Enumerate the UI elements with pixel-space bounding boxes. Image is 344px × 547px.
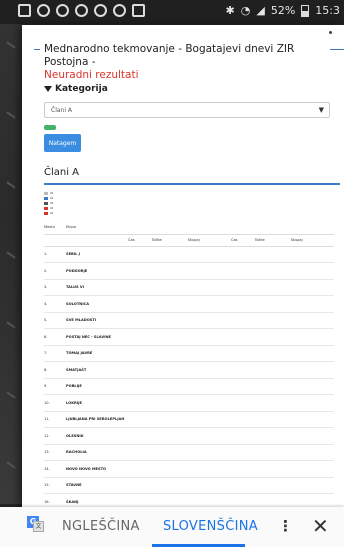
filter-label: Kategorija	[44, 84, 330, 94]
table-row: 7. TOMAJ JAVRE	[44, 345, 334, 362]
signal-icon: ◢	[256, 4, 265, 17]
page-heading: Mednarodno tekmovanje - Bogatajevi dnevi…	[34, 43, 344, 82]
source-language-tab[interactable]: NGLEŠČINA	[62, 519, 140, 534]
section-divider	[44, 183, 340, 185]
bluetooth-icon: ✱	[225, 4, 235, 17]
battery-percent: 52%	[270, 4, 296, 17]
chevron-down-icon[interactable]: ▼	[319, 106, 324, 114]
category-select-value: Člani A	[51, 107, 73, 114]
category-select[interactable]: Člani A ▼	[44, 102, 330, 118]
translate-bar: G 文 NGLEŠČINA SLOVENŠČINA ⋮ ✕	[0, 507, 344, 547]
subheader: Čas	[128, 234, 152, 247]
notification-icons	[18, 4, 145, 17]
table-row: 12. OLESNIK	[44, 427, 334, 445]
col-header-rank: Mesto	[44, 221, 66, 235]
notification-icon	[56, 4, 69, 17]
status-bar: ✱ ◔ ◢ 52% 15:3	[0, 0, 344, 24]
legend-item: ▭	[44, 211, 330, 216]
subheader: Točke	[254, 234, 291, 247]
heading-rule-right	[330, 49, 344, 50]
web-page[interactable]: Mednarodno tekmovanje - Bogatajevi dnevi…	[22, 25, 344, 507]
table-row: 10. LOKRIJE	[44, 394, 334, 412]
more-options-icon[interactable]: ⋮	[278, 517, 293, 535]
wifi-icon: ◔	[240, 4, 251, 17]
close-icon[interactable]: ✕	[312, 514, 329, 538]
notification-icon	[37, 4, 50, 17]
table-row: 8. ŠMATJAŠT	[44, 361, 334, 379]
subheader: Skupaj	[187, 234, 231, 247]
table-row: 9. POBLIJE	[44, 378, 334, 395]
subheader: Skupaj	[290, 234, 334, 247]
status-badge	[44, 125, 56, 130]
notification-icon	[75, 4, 88, 17]
notification-icon	[94, 4, 107, 17]
filter-icon	[44, 86, 52, 92]
table-row: 11. LJUBLJANA PRI SEROLEPLJAH	[44, 411, 334, 428]
target-language-tab[interactable]: SLOVENŠČINA	[163, 519, 258, 534]
table-row: 13. RACHOLIA	[44, 444, 334, 461]
table-row: 15. STAVNE	[44, 477, 334, 494]
google-translate-icon[interactable]: G 文	[27, 516, 44, 533]
col-header-team: Ekipa	[66, 221, 128, 235]
table-row: 2. PODGORJE	[44, 262, 334, 280]
table-row: 16. ŠKANJ	[44, 493, 334, 507]
submit-button[interactable]: Natagem	[44, 134, 81, 152]
table-row: 1. SEBIL J	[44, 246, 334, 263]
results-body: 1. SEBIL J 2. PODGORJE 3. TALUS VI 4. SOLOTN…	[44, 246, 334, 507]
screen: ✱ ◔ ◢ 52% 15:3 Mednarodno tekmovanje - B…	[0, 0, 344, 547]
page-title: Mednarodno tekmovanje - Bogatajevi dnevi…	[44, 43, 295, 68]
table-row: 5. SVE MLADOSTI	[44, 312, 334, 329]
table-row: 6. POSTAJ NEC - SLAVINE	[44, 328, 334, 346]
whatsapp-icon	[113, 4, 126, 17]
heading-rule-left	[34, 49, 40, 50]
results-table: Mesto Ekipa Čas Točke Skupaj Čas Točke S…	[44, 221, 334, 507]
page-subtitle: Neuradni rezultati	[44, 69, 139, 81]
table-row: 4. SOLOTNICA	[44, 295, 334, 313]
subheader: Čas	[230, 234, 255, 247]
background-page-edge	[0, 24, 22, 504]
app-icon	[18, 4, 31, 17]
battery-icon	[301, 4, 310, 17]
table-row: 14. NOVO NOVO MESTO	[44, 460, 334, 478]
subheader: Točke	[151, 234, 188, 247]
status-right: ✱ ◔ ◢ 52% 15:3	[226, 4, 340, 17]
filter-text: Kategorija	[55, 84, 108, 94]
col-header-group-2	[230, 221, 334, 235]
table-row: 3. TALUS VI	[44, 279, 334, 296]
menu-dot-icon[interactable]	[329, 31, 332, 34]
legend: ▭ ▭ ▭ ▭ ▭	[44, 191, 330, 216]
clock: 15:3	[315, 4, 340, 17]
col-header-group-1	[128, 221, 231, 235]
image-icon	[132, 4, 145, 17]
section-title: Člani A	[44, 167, 80, 178]
